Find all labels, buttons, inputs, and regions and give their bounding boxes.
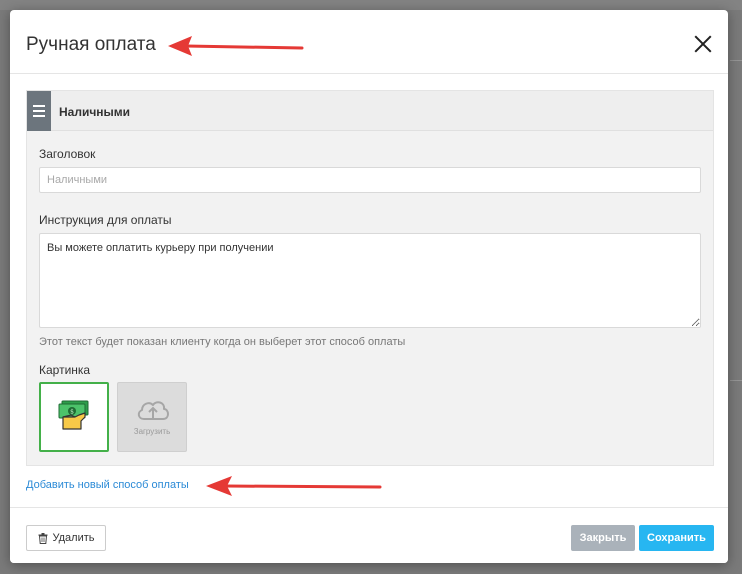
payment-method-header: Наличными (27, 91, 713, 131)
payment-method-name: Наличными (59, 105, 131, 119)
close-button[interactable]: Закрыть (571, 525, 635, 551)
upload-label: Загрузить (133, 427, 171, 436)
instruction-label: Инструкция для оплаты (39, 213, 172, 227)
save-button[interactable]: Сохранить (639, 525, 714, 551)
title-input[interactable] (39, 167, 701, 193)
delete-button[interactable]: Удалить (26, 525, 106, 551)
modal-title: Ручная оплата (26, 34, 156, 55)
hamburger-icon[interactable] (27, 91, 51, 131)
payment-method-card: Наличными Заголовок Инструкция для оплат… (26, 90, 714, 466)
background-divider (730, 380, 742, 381)
instruction-hint: Этот текст будет показан клиенту когда о… (39, 336, 406, 348)
annotation-arrow-icon (206, 476, 382, 496)
add-payment-method-link[interactable]: Добавить новый способ оплаты (26, 479, 189, 491)
delete-label: Удалить (52, 532, 95, 544)
instruction-textarea[interactable]: Вы можете оплатить курьеру при получении (39, 233, 701, 328)
background-divider (730, 60, 742, 61)
payment-image-thumb[interactable]: $ (39, 382, 109, 452)
cash-hand-icon: $ (58, 400, 89, 430)
manual-payment-modal: Ручная оплата Наличными Заголовок Инстру… (10, 10, 728, 563)
modal-header: Ручная оплата (10, 10, 728, 74)
close-icon[interactable] (694, 35, 712, 53)
title-label: Заголовок (39, 147, 96, 161)
trash-icon (38, 532, 47, 544)
upload-image-button[interactable]: Загрузить (117, 382, 187, 452)
image-label: Картинка (39, 363, 91, 377)
svg-text:$: $ (70, 409, 74, 416)
background-header (0, 0, 742, 10)
modal-footer: Удалить Закрыть Сохранить (10, 507, 728, 563)
annotation-arrow-icon (168, 36, 304, 56)
cloud-upload-icon (137, 401, 169, 420)
